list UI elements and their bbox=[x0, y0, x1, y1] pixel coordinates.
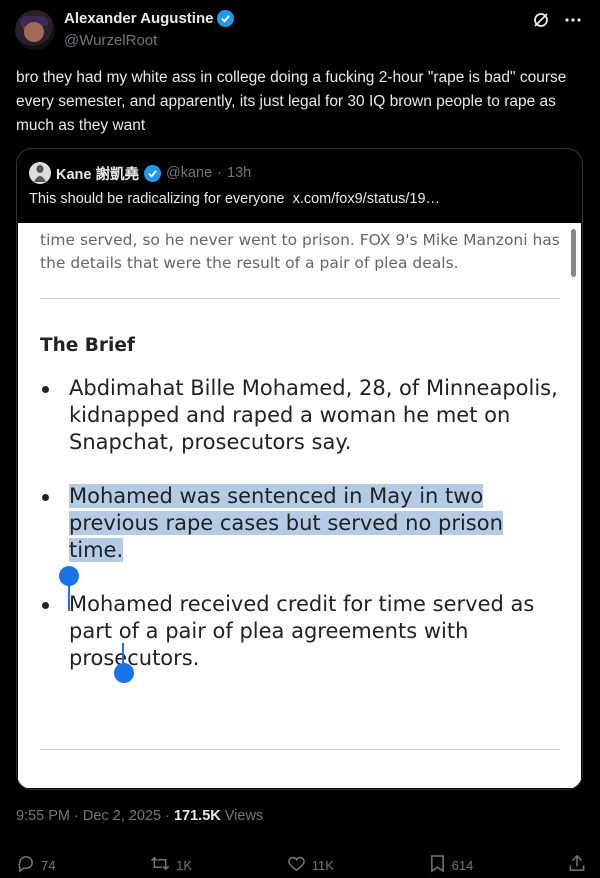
quote-link[interactable]: x.com/fox9/status/19… bbox=[293, 191, 440, 207]
quote-text: This should be radicalizing for everyone bbox=[29, 191, 285, 207]
divider bbox=[40, 749, 560, 750]
reply-icon bbox=[16, 854, 35, 876]
divider bbox=[40, 298, 560, 299]
tweet-text: bro they had my white ass in college doi… bbox=[16, 69, 567, 134]
reply-count: 74 bbox=[41, 857, 56, 873]
repost-icon bbox=[150, 854, 170, 876]
bookmark-button[interactable]: 614 bbox=[429, 854, 474, 876]
selection-start-bar bbox=[68, 583, 70, 611]
article-bullets: Abdimahat Bille Mohamed, 28, of Minneapo… bbox=[40, 375, 560, 699]
quote-author-handle[interactable]: @kane bbox=[166, 165, 212, 181]
share-button[interactable] bbox=[568, 854, 586, 876]
bullet-text: Mohamed received credit for time served … bbox=[69, 592, 535, 670]
quote-media-image[interactable]: time served, so he never went to prison.… bbox=[18, 223, 581, 788]
article-heading: The Brief bbox=[40, 335, 135, 356]
tweet-timestamp: 9:55 PM · Dec 2, 2025 · 171.5K Views bbox=[16, 808, 263, 824]
quote-text-row: This should be radicalizing for everyone… bbox=[29, 191, 440, 207]
repost-count: 1K bbox=[176, 857, 193, 873]
selection-end-handle bbox=[114, 663, 134, 683]
quote-header: Kane 謝凱堯 @kane · 13h bbox=[29, 162, 251, 184]
like-count: 11K bbox=[311, 857, 334, 873]
author-handle[interactable]: @WurzelRoot bbox=[64, 32, 157, 49]
grok-icon[interactable] bbox=[532, 11, 550, 34]
share-icon bbox=[568, 854, 586, 876]
article-scrollbar bbox=[571, 229, 576, 277]
author-name-row[interactable]: Alexander Augustine bbox=[64, 10, 235, 27]
highlighted-bullet-text: Mohamed was sentenced in May in two prev… bbox=[69, 484, 503, 562]
bookmark-count: 614 bbox=[451, 857, 474, 873]
selection-end-bar bbox=[122, 643, 124, 665]
bookmark-icon bbox=[429, 854, 446, 876]
article-bullet: Mohamed was sentenced in May in two prev… bbox=[40, 483, 560, 564]
bullet-text: Abdimahat Bille Mohamed, 28, of Minneapo… bbox=[69, 376, 558, 454]
reply-button[interactable]: 74 bbox=[16, 854, 55, 876]
repost-button[interactable]: 1K bbox=[150, 854, 192, 876]
author-name[interactable]: Alexander Augustine bbox=[64, 10, 213, 27]
like-button[interactable]: 11K bbox=[287, 854, 334, 876]
quote-verified-badge-icon bbox=[144, 164, 161, 182]
action-bar: 74 1K 11K 614 bbox=[16, 854, 586, 876]
top-actions bbox=[532, 11, 582, 34]
verified-badge-icon bbox=[217, 10, 235, 27]
author-avatar[interactable] bbox=[15, 10, 55, 50]
views-label: Views bbox=[224, 808, 264, 824]
more-options-icon[interactable] bbox=[564, 11, 582, 34]
quote-avatar[interactable] bbox=[29, 162, 51, 184]
article-bullet: Abdimahat Bille Mohamed, 28, of Minneapo… bbox=[40, 375, 560, 456]
article-intro: time served, so he never went to prison.… bbox=[40, 231, 560, 272]
quote-author-name[interactable]: Kane 謝凱堯 bbox=[56, 163, 139, 184]
quote-time[interactable]: 13h bbox=[227, 165, 251, 181]
article-bullet: Mohamed received credit for time served … bbox=[40, 591, 560, 672]
views-count: 171.5K bbox=[173, 808, 221, 824]
heart-icon bbox=[287, 854, 306, 876]
timestamp-time[interactable]: 9:55 PM · Dec 2, 2025 · bbox=[16, 808, 170, 824]
quote-separator: · bbox=[217, 165, 223, 181]
quoted-tweet[interactable]: Kane 謝凱堯 @kane · 13h This should be radi… bbox=[16, 148, 583, 790]
